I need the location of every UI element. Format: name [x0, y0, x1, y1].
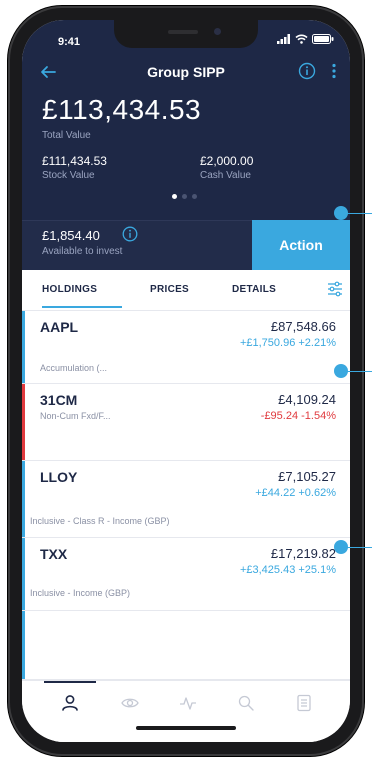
holding-color-bar	[22, 461, 25, 537]
available-label: Available to invest	[42, 246, 123, 257]
holding-ticker: LLOY	[40, 469, 78, 485]
person-icon[interactable]	[60, 693, 80, 713]
tab-holdings[interactable]: HOLDINGS	[42, 284, 97, 295]
callout-line	[346, 547, 372, 548]
callout-line	[346, 371, 372, 372]
callout-line	[346, 213, 372, 214]
holding-color-bar	[22, 384, 25, 460]
home-indicator	[136, 726, 236, 730]
holding-description: Non-Cum Fxd/F...	[40, 411, 111, 421]
speaker	[168, 30, 198, 34]
cash-value: £2,000.00	[200, 154, 254, 168]
more-options-icon[interactable]	[328, 62, 340, 80]
camera	[214, 28, 221, 35]
info-icon[interactable]	[298, 62, 316, 80]
holding-change: +£3,425.43 +25.1%	[239, 564, 336, 576]
holding-row-lloy[interactable]: LLOY £7,105.27 +£44.22 +0.62% Inclusive …	[22, 461, 350, 538]
holding-change: +£44.22 +0.62%	[255, 487, 336, 499]
holding-value: £17,219.82	[270, 546, 336, 561]
stock-value-label: Stock Value	[42, 170, 95, 181]
page-indicator[interactable]	[172, 194, 197, 199]
status-icons	[277, 34, 334, 44]
holding-change: -£95.24 -1.54%	[260, 410, 336, 422]
phone-frame: 9:41 Group SIPP £113,434.53 Total Value …	[8, 6, 364, 756]
notch	[114, 20, 258, 48]
holding-value: £7,105.27	[278, 469, 336, 484]
holding-value: £4,109.24	[278, 392, 336, 407]
tab-prices[interactable]: PRICES	[150, 284, 189, 295]
app-screen: 9:41 Group SIPP £113,434.53 Total Value …	[22, 20, 350, 742]
holding-row-txx[interactable]: TXX £17,219.82 +£3,425.43 +25.1% Inclusi…	[22, 538, 350, 611]
wifi-icon	[295, 34, 308, 44]
active-tab-indicator	[42, 306, 122, 308]
holding-ticker: 31CM	[40, 392, 78, 408]
stock-value: £111,434.53	[42, 154, 107, 168]
holding-description: Accumulation (...	[40, 363, 108, 373]
holding-color-bar	[22, 311, 25, 383]
active-nav-indicator	[44, 681, 96, 683]
cash-value-label: Cash Value	[200, 170, 251, 181]
eye-icon[interactable]	[120, 693, 140, 713]
header: Group SIPP	[22, 56, 350, 86]
document-icon[interactable]	[294, 693, 314, 713]
pulse-icon[interactable]	[178, 693, 198, 713]
status-time: 9:41	[58, 36, 81, 48]
filter-sliders-icon[interactable]	[326, 280, 344, 298]
holding-description: Inclusive - Class R - Income (GBP)	[30, 516, 170, 526]
holding-value: £87,548.66	[270, 319, 336, 334]
available-amount: £1,854.40	[42, 228, 100, 243]
holding-description: Inclusive - Income (GBP)	[30, 588, 131, 598]
holding-row-partial[interactable]	[22, 611, 350, 680]
battery-icon	[312, 34, 334, 44]
tab-details[interactable]: DETAILS	[232, 284, 276, 295]
holding-color-bar	[22, 538, 25, 610]
bottom-tab-bar	[22, 680, 350, 742]
holding-ticker: AAPL	[40, 319, 79, 335]
action-button[interactable]: Action	[252, 220, 350, 270]
holding-row-31cm[interactable]: 31CM £4,109.24 -£95.24 -1.54% Non-Cum Fx…	[22, 384, 350, 461]
total-value: £113,434.53	[42, 94, 202, 125]
holding-change: +£1,750.96 +2.21%	[239, 337, 336, 349]
holding-ticker: TXX	[40, 546, 68, 562]
available-info-icon[interactable]	[122, 226, 138, 242]
holding-row-aapl[interactable]: AAPL £87,548.66 +£1,750.96 +2.21% Accumu…	[22, 311, 350, 384]
signal-icon	[277, 34, 290, 44]
search-icon[interactable]	[236, 693, 256, 713]
page-dot-active[interactable]	[172, 194, 177, 199]
total-value-label: Total Value	[42, 130, 91, 141]
holding-color-bar	[22, 611, 25, 679]
page-dot[interactable]	[192, 194, 197, 199]
holdings-tabs: HOLDINGS PRICES DETAILS	[22, 270, 350, 311]
page-dot[interactable]	[182, 194, 187, 199]
